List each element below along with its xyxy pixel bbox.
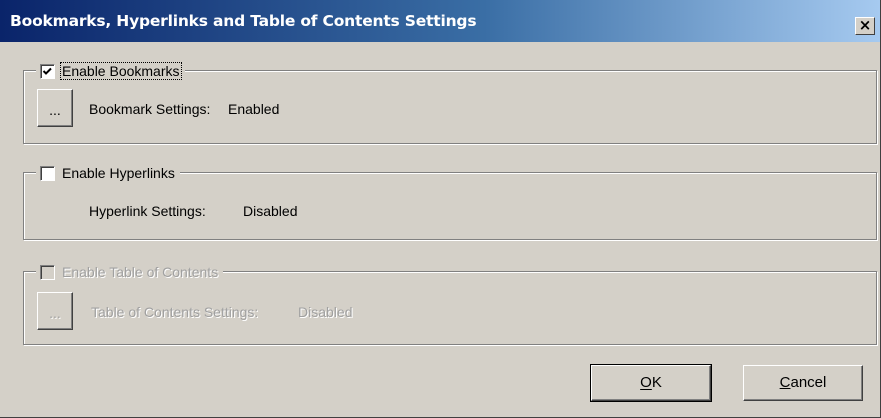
ok-button[interactable]: OK [590,364,712,402]
enable-hyperlinks-checkbox[interactable] [40,165,55,181]
toc-settings-button: ... [37,292,73,330]
bookmark-settings-button[interactable]: ... [37,89,73,127]
bookmark-settings-label: Bookmark Settings: [89,101,211,117]
enable-bookmarks-checkbox[interactable] [40,63,55,79]
cancel-button-label: Cancel [779,374,827,391]
close-icon: × [858,16,872,34]
window-title: Bookmarks, Hyperlinks and Table of Conte… [10,12,477,30]
settings-dialog: Bookmarks, Hyperlinks and Table of Conte… [0,0,881,418]
close-button[interactable]: × [855,17,875,35]
title-bar[interactable]: Bookmarks, Hyperlinks and Table of Conte… [0,0,880,42]
hyperlinks-group: Enable Hyperlinks Hyperlink Settings: Di… [23,163,877,240]
enable-bookmarks-label[interactable]: Enable Bookmarks [60,62,182,80]
bookmark-settings-value: Enabled [228,101,280,117]
enable-hyperlinks-label[interactable]: Enable Hyperlinks [61,165,176,181]
cancel-button[interactable]: Cancel [743,365,863,401]
ok-button-label: OK [640,374,662,391]
enable-toc-checkbox-row: Enable Table of Contents [36,262,224,282]
enable-hyperlinks-checkbox-row[interactable]: Enable Hyperlinks [36,163,180,183]
toc-settings-value: Disabled [298,304,353,320]
checkmark-icon [42,67,52,75]
enable-toc-label: Enable Table of Contents [62,264,219,280]
enable-toc-checkbox [40,264,55,280]
toc-group: Enable Table of Contents ... Table of Co… [23,262,877,345]
bookmarks-group: Enable Bookmarks ... Bookmark Settings: … [23,61,877,144]
enable-bookmarks-checkbox-row[interactable]: Enable Bookmarks [36,61,185,81]
toc-settings-label: Table of Contents Settings: [91,304,259,320]
hyperlink-settings-label: Hyperlink Settings: [89,203,206,219]
hyperlink-settings-value: Disabled [243,203,298,219]
